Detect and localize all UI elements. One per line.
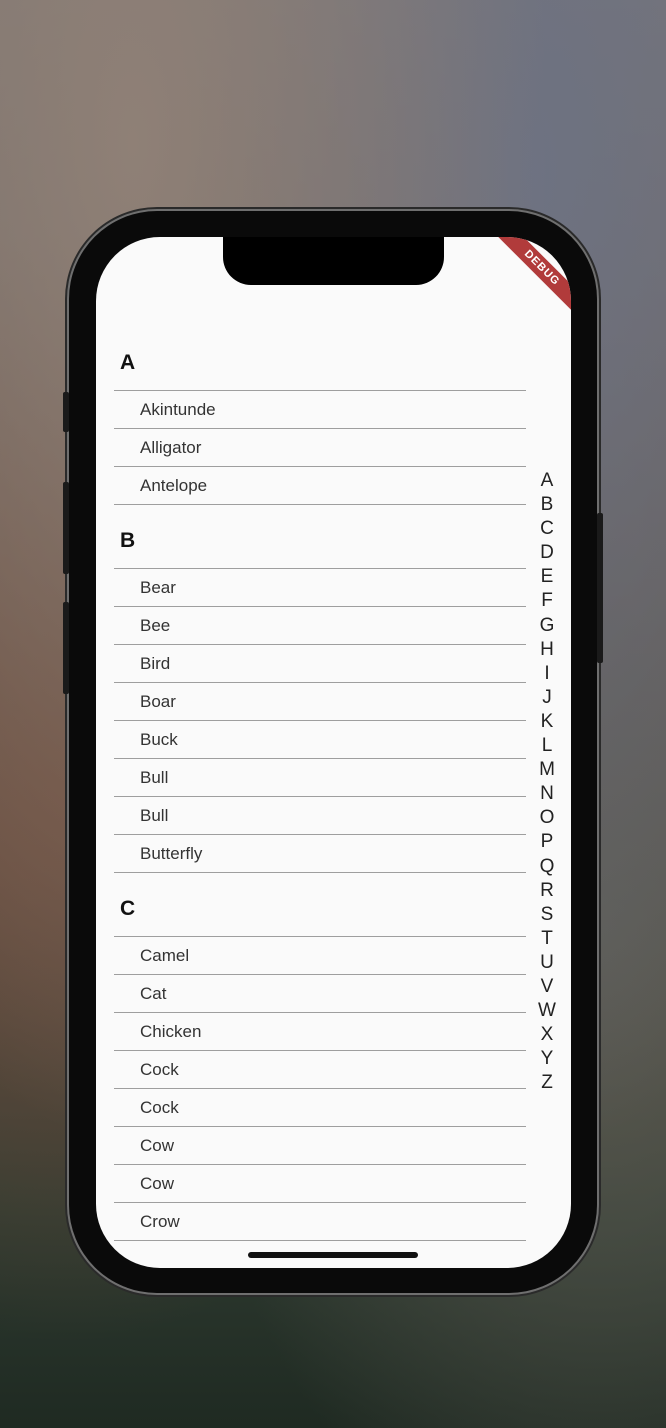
index-letter-a[interactable]: A xyxy=(541,469,554,493)
index-letter-b[interactable]: B xyxy=(541,493,554,517)
list-item[interactable]: Antelope xyxy=(114,467,526,505)
power-button xyxy=(597,513,603,663)
list-item-label: Cow xyxy=(140,1136,175,1155)
list-item-label: Alligator xyxy=(140,438,202,457)
index-letter-u[interactable]: U xyxy=(540,951,554,975)
section-header-label: A xyxy=(120,351,136,374)
list-item[interactable]: Boar xyxy=(114,683,526,721)
list-item[interactable]: Buck xyxy=(114,721,526,759)
index-letter-r[interactable]: R xyxy=(540,879,554,903)
section-header-label: C xyxy=(120,897,136,920)
section-header-label: B xyxy=(120,529,136,552)
index-letter-j[interactable]: J xyxy=(542,686,552,710)
index-letter-q[interactable]: Q xyxy=(540,855,555,879)
section-header-a: A xyxy=(114,327,526,391)
index-letter-l[interactable]: L xyxy=(542,734,553,758)
list-item-label: Cock xyxy=(140,1098,179,1117)
list-item-label: Cock xyxy=(140,1060,179,1079)
index-letter-v[interactable]: V xyxy=(541,975,554,999)
section-header-b: B xyxy=(114,505,526,569)
index-letter-s[interactable]: S xyxy=(541,903,554,927)
list-item-label: Bear xyxy=(140,578,176,597)
home-indicator[interactable] xyxy=(248,1252,418,1258)
list-item[interactable]: Chicken xyxy=(114,1013,526,1051)
index-letter-m[interactable]: M xyxy=(539,758,555,782)
list-item[interactable]: Bull xyxy=(114,759,526,797)
list-item[interactable]: Butterfly xyxy=(114,835,526,873)
list-item[interactable]: Bee xyxy=(114,607,526,645)
index-letter-k[interactable]: K xyxy=(541,710,554,734)
section-header-c: C xyxy=(114,873,526,937)
index-letter-c[interactable]: C xyxy=(540,517,554,541)
list-item[interactable]: Akintunde xyxy=(114,391,526,429)
list-item-label: Chicken xyxy=(140,1022,202,1041)
index-letter-w[interactable]: W xyxy=(538,999,556,1023)
index-letter-x[interactable]: X xyxy=(541,1023,554,1047)
list-item-label: Bee xyxy=(140,616,171,635)
list-item[interactable]: Bird xyxy=(114,645,526,683)
list-item-label: Antelope xyxy=(140,476,208,495)
index-letter-i[interactable]: I xyxy=(544,662,549,686)
list-item[interactable]: Cow xyxy=(114,1127,526,1165)
list-item[interactable]: Alligator xyxy=(114,429,526,467)
index-letter-t[interactable]: T xyxy=(541,927,553,951)
index-letter-g[interactable]: G xyxy=(540,614,555,638)
list-item-label: Bull xyxy=(140,806,169,825)
section-header-label: D xyxy=(120,1265,135,1268)
alphabet-index-bar[interactable]: ABCDEFGHIJKLMNOPQRSTUVWXYZ xyxy=(536,469,558,1095)
list-item-label: Cat xyxy=(140,984,167,1003)
list-item-label: Bull xyxy=(140,768,169,787)
status-time: 9:37 xyxy=(130,263,165,282)
list-item[interactable]: Cock xyxy=(114,1089,526,1127)
index-letter-d[interactable]: D xyxy=(540,541,554,565)
index-letter-z[interactable]: Z xyxy=(541,1071,553,1095)
list-item-label: Bird xyxy=(140,654,171,673)
list-item-label: Boar xyxy=(140,692,176,711)
list-item[interactable]: Bear xyxy=(114,569,526,607)
list-item-label: Cow xyxy=(140,1174,175,1193)
volume-down-button xyxy=(63,602,69,694)
list-item[interactable]: Crow xyxy=(114,1203,526,1241)
list-item-label: Camel xyxy=(140,946,190,965)
list-item-label: Butterfly xyxy=(140,844,203,863)
list-item[interactable]: Cow xyxy=(114,1165,526,1203)
list-item[interactable]: Camel xyxy=(114,937,526,975)
list-item-label: Buck xyxy=(140,730,178,749)
mute-switch xyxy=(63,392,69,432)
index-letter-e[interactable]: E xyxy=(541,565,554,589)
app-screen: 9:37 DEBUG A Akintunde Alligator Antelope B B… xyxy=(96,237,571,1268)
list-item-label: Crow xyxy=(140,1212,180,1231)
volume-up-button xyxy=(63,482,69,574)
index-letter-p[interactable]: P xyxy=(541,830,554,854)
list-item[interactable]: Cock xyxy=(114,1051,526,1089)
notch xyxy=(223,237,444,285)
list-item-label: Akintunde xyxy=(140,400,216,419)
list-item[interactable]: Cat xyxy=(114,975,526,1013)
index-letter-o[interactable]: O xyxy=(540,806,555,830)
index-letter-f[interactable]: F xyxy=(541,589,553,613)
list-item[interactable]: Bull xyxy=(114,797,526,835)
index-letter-n[interactable]: N xyxy=(540,782,554,806)
index-letter-h[interactable]: H xyxy=(540,638,554,662)
alphabet-list[interactable]: A Akintunde Alligator Antelope B Bear Bee Bird B… xyxy=(114,327,526,1268)
index-letter-y[interactable]: Y xyxy=(541,1047,554,1071)
